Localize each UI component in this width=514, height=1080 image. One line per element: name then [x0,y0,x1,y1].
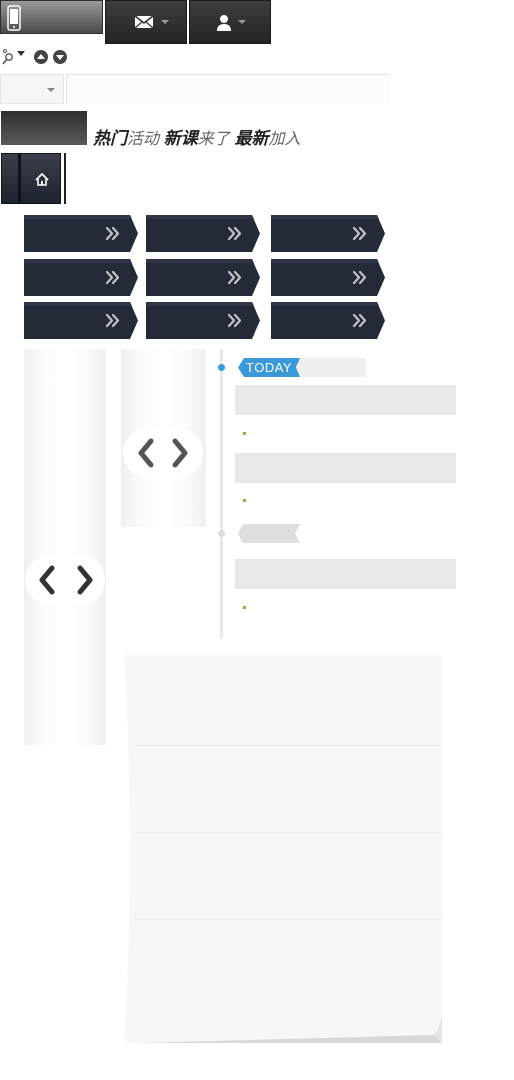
grid-button[interactable] [24,215,138,252]
tab-separator [64,153,66,204]
note-paper [122,655,444,1045]
slogan-new-rest: 来了 [197,131,230,148]
caret-icon [17,51,25,56]
timeline-dot [218,530,225,537]
user-icon [217,15,231,31]
category-select[interactable] [0,74,64,104]
timeline-bullet [243,432,246,435]
slider-nav-small[interactable] [123,428,203,478]
logo-block [1,111,87,145]
mobile-phone-icon [7,5,21,31]
grid-button[interactable] [24,302,138,339]
grid-button[interactable] [146,259,260,296]
grid-button[interactable] [24,259,138,296]
date-tag [238,524,302,543]
grid-button[interactable] [271,215,385,252]
mail-dropdown-button[interactable] [105,0,187,44]
note-divider [134,832,442,833]
slogan-new: 新课 [163,129,198,148]
caret-down-icon [238,20,246,24]
chevron-right-icon [172,438,188,468]
home-icon [35,173,49,186]
slogan-hot-rest: 活动 [127,131,160,148]
slogan-latest-rest: 加入 [268,131,301,148]
mobile-button[interactable] [0,0,103,34]
toolbar-icons [0,46,80,68]
chevron-down-icon [47,88,55,92]
envelope-icon [134,15,154,29]
down-circle-icon[interactable] [53,50,67,64]
grid-button[interactable] [146,215,260,252]
caret-down-icon [161,20,169,24]
timeline-line [220,349,223,638]
up-circle-icon[interactable] [34,50,48,64]
timeline-bullet [243,499,246,502]
timeline-dot-today [218,364,225,371]
timeline-entry-bar[interactable] [235,385,456,415]
user-dropdown-button[interactable] [189,0,271,44]
slider-strip-left [24,349,106,745]
slogan-latest: 最新 [234,129,269,148]
slogan: 热门活动 新课来了 最新加入 [93,124,301,149]
home-tab[interactable] [1,153,61,204]
search-icon[interactable] [2,49,13,65]
tab-divider [18,154,21,203]
slogan-hot: 热门 [93,129,127,148]
grid-button[interactable] [271,302,385,339]
chevron-right-icon [77,565,93,595]
grid-button[interactable] [146,302,260,339]
timeline-bullet [243,606,246,609]
chevron-left-icon [138,438,154,468]
grid-button[interactable] [271,259,385,296]
slider-nav-large[interactable] [25,555,105,605]
search-input[interactable] [66,74,390,104]
timeline-entry-bar[interactable] [235,453,456,483]
chevron-left-icon [39,565,55,595]
note-divider [134,919,442,920]
today-label: TODAY [246,360,293,375]
note-divider [132,745,442,746]
timeline-entry-bar[interactable] [235,559,456,589]
